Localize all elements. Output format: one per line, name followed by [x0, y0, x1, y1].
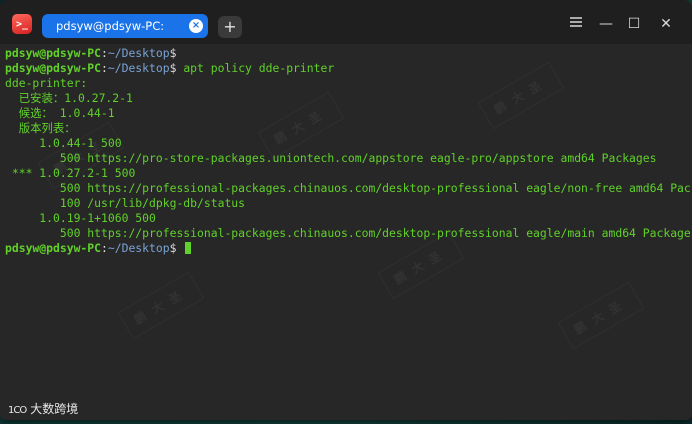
prompt-path: ~/Desktop — [107, 241, 170, 255]
close-button[interactable]: ✕ — [656, 16, 676, 36]
maximize-button[interactable]: ☐ — [624, 16, 644, 36]
prompt-user: pdsyw@pdsyw-PC — [5, 241, 102, 255]
tab-terminal-session[interactable]: pdsyw@pdsyw-PC: ~/Desktop × — [42, 14, 208, 57]
command-text: apt policy dde-printer — [176, 61, 335, 75]
prompt-user: pdsyw@pdsyw-PC — [5, 46, 102, 60]
title-bar: >_ pdsyw@pdsyw-PC: ~/Desktop × + — ☐ ✕ — [0, 0, 692, 57]
prompt-colon: : — [101, 61, 108, 75]
output-line: 已安装：1.0.27.2-1 — [5, 91, 133, 105]
logo-mark: 1CO — [8, 405, 27, 416]
output-line: 1.0.19-1+1060 500 — [5, 211, 156, 225]
output-line: 候选： 1.0.44-1 — [5, 106, 115, 120]
menu-icon[interactable] — [566, 16, 586, 36]
minimize-button[interactable]: — — [596, 16, 616, 36]
new-tab-button[interactable]: + — [218, 16, 242, 38]
prompt-dollar: $ — [169, 241, 177, 255]
prompt-path: ~/Desktop — [107, 61, 170, 75]
output-line: *** 1.0.27.2-1 500 — [5, 166, 136, 180]
output-line: dde-printer: — [5, 76, 88, 90]
active-prompt-line: pdsyw@pdsyw-PC:~/Desktop$ — [5, 241, 692, 256]
prompt-colon: : — [101, 241, 108, 255]
output-line: 100 /usr/lib/dpkg-db/status — [5, 196, 246, 210]
watermark-logo: 1CO 大数跨境 — [8, 400, 78, 417]
prompt-colon: : — [101, 46, 108, 60]
text-cursor — [185, 242, 192, 254]
output-line: 500 https://professional-packages.chinau… — [5, 181, 692, 195]
terminal-app-icon[interactable]: >_ — [12, 14, 32, 34]
terminal-output[interactable]: pdsyw@pdsyw-PC:~/Desktop$ pdsyw@pdsyw-PC… — [0, 44, 692, 420]
terminal-window: >_ pdsyw@pdsyw-PC: ~/Desktop × + — ☐ ✕ p… — [0, 0, 692, 420]
prompt-line: pdsyw@pdsyw-PC:~/Desktop$ — [5, 46, 692, 61]
command-line: pdsyw@pdsyw-PC:~/Desktop$ apt policy dde… — [5, 61, 692, 76]
prompt-dollar: $ — [169, 46, 177, 60]
prompt-user: pdsyw@pdsyw-PC — [5, 61, 102, 75]
logo-text: 大数跨境 — [30, 402, 79, 416]
tab-close-icon[interactable]: × — [189, 19, 203, 33]
output-line: 500 https://professional-packages.chinau… — [5, 226, 692, 240]
prompt-path: ~/Desktop — [107, 46, 170, 60]
